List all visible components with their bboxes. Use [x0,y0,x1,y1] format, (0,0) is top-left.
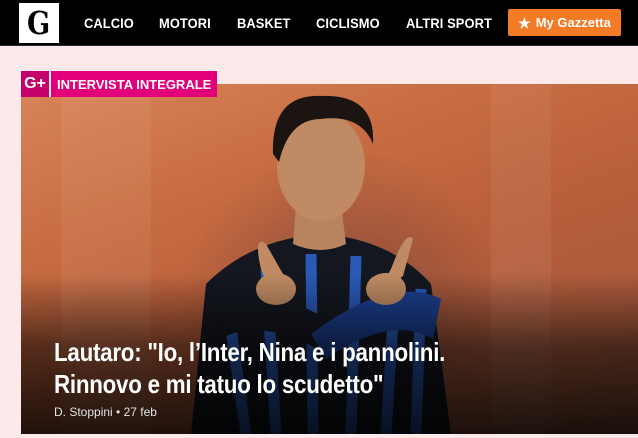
headline-line-1: Lautaro: "Io, l’Inter, Nina e i pannolin… [54,337,446,367]
badge-label: INTERVISTA INTEGRALE [51,71,218,97]
my-gazzetta-button[interactable]: ★ My Gazzetta [508,9,621,36]
article-headline[interactable]: Lautaro: "Io, l’Inter, Nina e i pannolin… [54,336,614,400]
star-icon: ★ [518,14,531,31]
gazzetta-logo[interactable]: G [19,3,59,43]
premium-badge[interactable]: G+ INTERVISTA INTEGRALE [21,71,218,97]
nav-item-ciclismo[interactable]: CICLISMO [316,15,380,31]
headline-line-2: Rinnovo e mi tatuo lo scudetto" [54,369,384,399]
nav-item-basket[interactable]: BASKET [237,15,291,31]
nav-item-calcio[interactable]: CALCIO [84,15,134,31]
nav-item-altri-sport[interactable]: ALTRI SPORT [406,15,492,31]
main-nav: CALCIO MOTORI BASKET CICLISMO ALTRI SPOR… [84,0,532,46]
article-byline: D. Stoppini • 27 feb [54,405,157,419]
nav-item-motori[interactable]: MOTORI [159,15,211,31]
publish-date: 27 feb [123,405,157,419]
author-name: D. Stoppini [54,405,113,419]
g-plus-icon: G+ [21,71,51,97]
my-gazzetta-label: My Gazzetta [535,15,611,30]
byline-separator: • [116,405,121,419]
top-navigation-bar: G CALCIO MOTORI BASKET CICLISMO ALTRI SP… [0,0,638,46]
